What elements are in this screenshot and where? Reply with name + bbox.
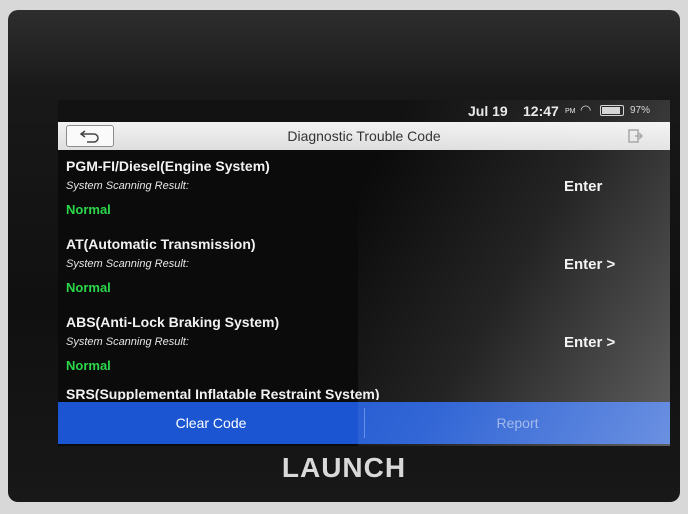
- list-item: AT(Automatic Transmission) System Scanni…: [58, 228, 670, 306]
- scan-status: Normal: [66, 280, 111, 295]
- exit-button[interactable]: [624, 126, 646, 146]
- report-button[interactable]: Report: [365, 402, 670, 444]
- wifi-icon: ◠: [580, 102, 592, 117]
- device-body: Jul 19 12:47 PM ◠ 97% Diagnostic Trouble…: [8, 10, 680, 502]
- clear-code-button[interactable]: Clear Code: [58, 402, 364, 444]
- status-time: 12:47: [523, 103, 559, 119]
- action-bar: Clear Code Report: [58, 402, 670, 444]
- scan-result-label: System Scanning Result:: [66, 180, 189, 192]
- brand-logo: LAUNCH: [281, 452, 407, 483]
- status-bar: Jul 19 12:47 PM ◠ 97%: [58, 100, 670, 122]
- system-name: ABS(Anti-Lock Braking System): [66, 314, 280, 330]
- system-list: PGM-FI/Diesel(Engine System) System Scan…: [58, 150, 670, 400]
- device-screen: Jul 19 12:47 PM ◠ 97% Diagnostic Trouble…: [58, 100, 670, 446]
- bezel-glare: [8, 10, 680, 90]
- battery-percent: 97%: [630, 105, 651, 116]
- enter-button[interactable]: Enter >: [564, 256, 615, 273]
- system-name: AT(Automatic Transmission): [66, 236, 256, 252]
- battery-icon: [600, 105, 624, 116]
- title-bar: Diagnostic Trouble Code: [58, 122, 670, 150]
- scan-status: Normal: [66, 358, 111, 373]
- page-title: Diagnostic Trouble Code: [287, 128, 441, 144]
- enter-button[interactable]: Enter: [564, 178, 602, 195]
- scan-result-label: System Scanning Result:: [66, 336, 189, 348]
- system-name: PGM-FI/Diesel(Engine System): [66, 158, 270, 174]
- list-item: ABS(Anti-Lock Braking System) System Sca…: [58, 306, 670, 384]
- scan-status: Normal: [66, 202, 111, 217]
- exit-icon: [628, 129, 643, 143]
- scan-result-label: System Scanning Result:: [66, 258, 189, 270]
- list-item: PGM-FI/Diesel(Engine System) System Scan…: [58, 150, 670, 228]
- enter-button[interactable]: Enter >: [564, 334, 615, 351]
- status-ampm: PM: [565, 108, 576, 115]
- status-date: Jul 19: [468, 103, 508, 119]
- list-item: SRS(Supplemental Inflatable Restraint Sy…: [58, 384, 670, 400]
- system-name: SRS(Supplemental Inflatable Restraint Sy…: [66, 386, 380, 400]
